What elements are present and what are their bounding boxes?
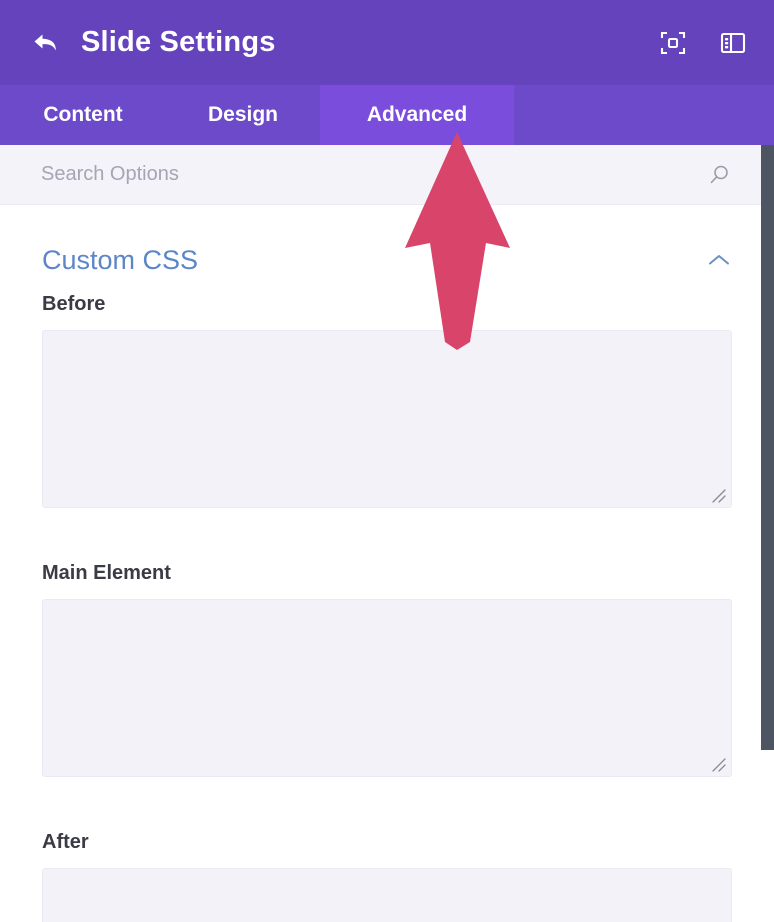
textarea-wrapper-main-element [42,599,732,777]
settings-tabs: Content Design Advanced [0,85,774,145]
search-bar [0,145,774,205]
field-after: After [0,831,774,922]
tab-advanced[interactable]: Advanced [320,85,514,145]
vertical-scrollbar[interactable] [761,145,774,750]
header-actions [656,0,750,85]
search-icon[interactable] [706,162,732,188]
section-title: Custom CSS [42,244,199,275]
field-main-element: Main Element [0,562,774,777]
panel-layout-icon[interactable] [716,26,750,60]
chevron-up-icon[interactable] [706,247,732,273]
page-title: Slide Settings [81,26,276,58]
field-label-main-element: Main Element [42,562,171,584]
section-header-custom-css[interactable]: Custom CSS [0,227,774,293]
custom-css-before-textarea[interactable] [42,330,732,508]
panel-header: Slide Settings [0,0,774,85]
slide-settings-panel: Slide Settings Content Design Advanced S… [0,0,774,922]
back-arrow-icon[interactable] [28,26,62,60]
tab-content[interactable]: Content [0,85,166,145]
focus-frame-icon[interactable] [656,26,690,60]
field-label-before: Before [42,293,106,315]
custom-css-main-element-textarea[interactable] [42,599,732,777]
field-before: Before [0,293,774,508]
tab-design[interactable]: Design [166,85,320,145]
search-input[interactable] [41,154,601,195]
textarea-wrapper-before [42,330,732,508]
textarea-wrapper-after [42,868,732,922]
settings-scroll-area: Custom CSS Before Main Element After [0,205,774,922]
custom-css-after-textarea[interactable] [42,868,732,922]
field-label-after: After [42,831,89,853]
